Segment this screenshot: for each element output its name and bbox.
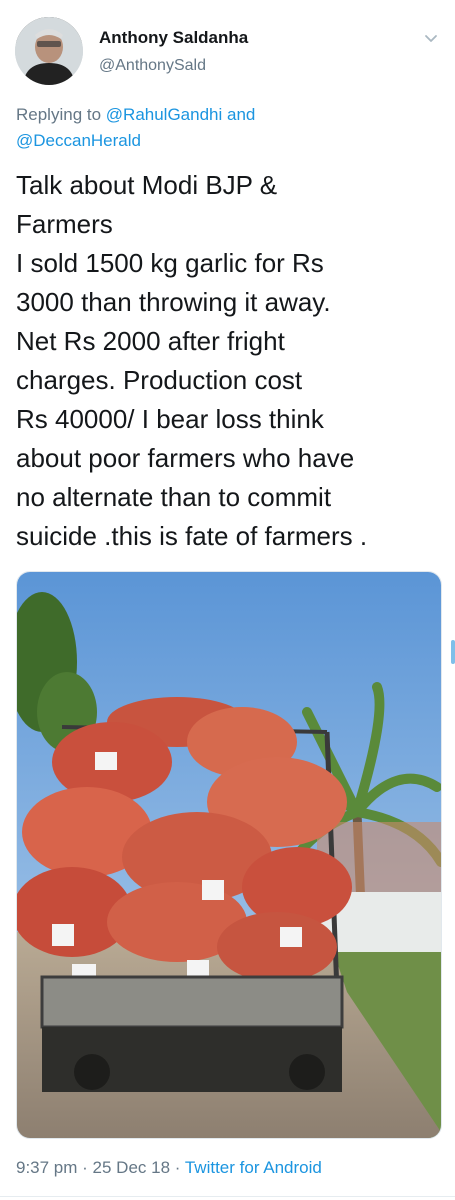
tweet-time: 9:37 pm	[16, 1158, 78, 1177]
tweet-header: Anthony Saldanha @AnthonySald	[0, 0, 455, 96]
replying-to: Replying to @RahulGandhi and @DeccanHeral…	[16, 102, 436, 154]
author-name[interactable]: Anthony Saldanha	[99, 28, 248, 48]
mention-link[interactable]: @DeccanHerald	[16, 131, 141, 150]
tweet-date: 25 Dec 18	[92, 1158, 171, 1177]
replying-prefix: Replying to	[16, 105, 106, 124]
scrollbar[interactable]	[451, 640, 455, 664]
tweet-meta: 9:37 pm · 25 Dec 18 · Twitter for Androi…	[16, 1158, 322, 1178]
author-handle[interactable]: @AnthonySald	[99, 57, 206, 75]
mention-link[interactable]: @RahulGandhi	[106, 105, 223, 124]
avatar[interactable]	[15, 17, 83, 85]
reply-joiner[interactable]: and	[222, 105, 255, 124]
divider	[0, 1196, 455, 1197]
tweet-source-link[interactable]: Twitter for Android	[185, 1158, 322, 1177]
meta-separator: ·	[170, 1158, 185, 1177]
meta-separator: ·	[77, 1158, 93, 1177]
tweet-photo[interactable]	[16, 571, 442, 1139]
tweet-text: Talk about Modi BJP & Farmers I sold 150…	[16, 170, 368, 551]
chevron-down-icon[interactable]	[423, 30, 439, 46]
